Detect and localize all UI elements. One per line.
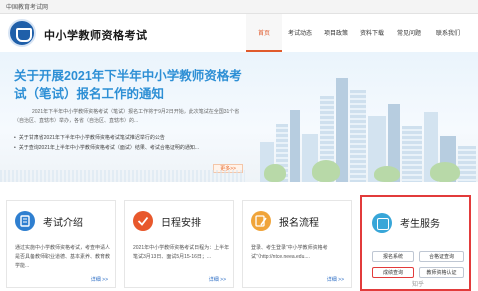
card-schedule[interactable]: 日程安排 2021年中小学教师资格考试日程为：上半年笔试3月13日、面试5月15… [124, 200, 234, 288]
main-nav: 首页 考试动态 项目政策 资料下载 常见问题 联系我们 [246, 14, 468, 52]
card-title: 报名流程 [279, 218, 319, 229]
top-utility-text: 中国教育考试网 [6, 5, 49, 11]
watermark-text: 知乎 [412, 282, 425, 288]
site-header: 中小学教师资格考试 首页 考试动态 项目政策 资料下载 常见问题 联系我们 [0, 14, 478, 52]
banner-news-item[interactable]: 关于查询2021年上半年中小学教师资格考试（面试）结果、考试合格证明的通知... [14, 144, 199, 151]
teacher-certification-button[interactable]: 教师资格认证 [419, 267, 464, 278]
card-more-link[interactable]: 详细 [209, 276, 226, 283]
service-title: 考生服务 [400, 219, 440, 230]
banner-decoration [0, 170, 245, 182]
card-title: 考试介绍 [43, 218, 83, 229]
card-text: 2021年中小学教师资格考试日程为：上半年笔试3月13日、面试5月15-16日；… [133, 245, 230, 260]
pencil-icon [251, 211, 271, 231]
nav-policy[interactable]: 项目政策 [318, 14, 354, 52]
nav-downloads[interactable]: 资料下载 [354, 14, 390, 52]
id-card-icon [372, 213, 392, 233]
certificate-query-button[interactable]: 合格证查询 [419, 251, 464, 262]
city-skyline-illustration [254, 52, 478, 182]
card-text: 通过实施中小学教师资格考试，考查申请人是否具备教师职业道德、基本素养、教育教学能… [15, 245, 111, 269]
hero-banner: 关于开展2021年下半年中小学教师资格考试（笔试）报名工作的通知 2021年下半… [0, 52, 478, 182]
banner-headline[interactable]: 关于开展2021年下半年中小学教师资格考试（笔试）报名工作的通知 [14, 67, 244, 103]
banner-paragraph: 2021年下半年中小学教师资格考试（笔试）报名工作将于9月2日开始，此次笔试在全… [14, 109, 240, 124]
candidate-services-panel: 考生服务 报名系统 合格证查询 成绩查询 教师资格认证 [360, 195, 471, 291]
card-text: 登录、考生登录“中小学教师资格考试”（http://ntce.neea.edu.… [251, 245, 328, 260]
nav-exam-news[interactable]: 考试动态 [282, 14, 318, 52]
checkmark-icon [133, 211, 153, 231]
nav-contact[interactable]: 联系我们 [428, 14, 468, 52]
site-title[interactable]: 中小学教师资格考试 [44, 27, 148, 43]
nav-faq[interactable]: 常见问题 [390, 14, 428, 52]
card-registration-process[interactable]: 报名流程 登录、考生登录“中小学教师资格考试”（http://ntce.neea… [242, 200, 352, 288]
card-more-link[interactable]: 详细 [327, 276, 344, 283]
score-query-button[interactable]: 成绩查询 [372, 267, 414, 278]
card-more-link[interactable]: 详细 [91, 276, 108, 283]
banner-news-item[interactable]: 关于甘肃省2021年下半年中小学教师资格考试笔试推迟举行的公告 [14, 134, 165, 141]
top-utility-bar: 中国教育考试网 [0, 0, 478, 14]
card-title: 日程安排 [161, 218, 201, 229]
card-exam-intro[interactable]: 考试介绍 通过实施中小学教师资格考试，考查申请人是否具备教师职业道德、基本素养、… [6, 200, 116, 288]
registration-system-button[interactable]: 报名系统 [372, 251, 414, 262]
edit-note-icon [15, 211, 35, 231]
site-logo-icon[interactable] [8, 19, 36, 47]
nav-home[interactable]: 首页 [246, 14, 282, 52]
